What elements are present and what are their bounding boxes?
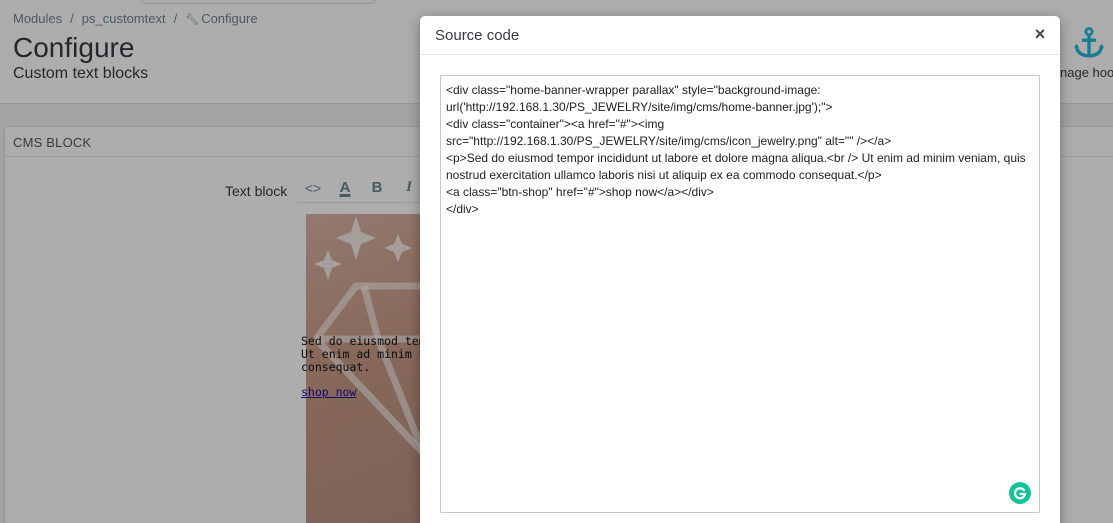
code-line: <p>Sed do eiusmod tempor incididunt ut l… [446, 151, 1030, 182]
code-line: <a class="btn-shop" href="#">shop now</a… [446, 185, 714, 199]
code-line: <div class="container"><a href="#"><img … [446, 117, 892, 148]
dialog-header: Source code × [420, 16, 1060, 55]
code-line: </div> [446, 202, 479, 216]
source-code-dialog: Source code × <div class="home-banner-wr… [420, 16, 1060, 523]
source-code-textarea[interactable]: <div class="home-banner-wrapper parallax… [440, 75, 1040, 513]
close-icon[interactable]: × [1032, 24, 1048, 44]
grammarly-g-icon [1013, 487, 1027, 500]
code-line: <div class="home-banner-wrapper parallax… [446, 83, 833, 114]
dialog-title: Source code [435, 27, 520, 44]
grammarly-icon[interactable] [1009, 482, 1031, 504]
